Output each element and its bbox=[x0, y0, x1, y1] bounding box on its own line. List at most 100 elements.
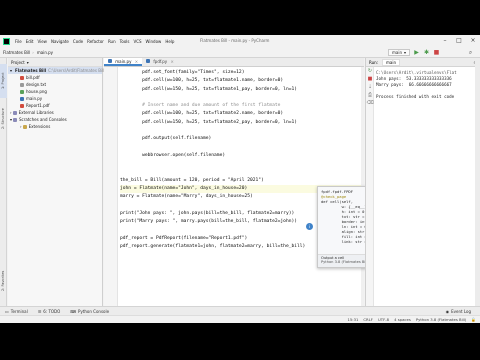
pycharm-window: File Edit View Navigate Code Refactor Ru… bbox=[0, 35, 480, 323]
todo-icon: ☰ bbox=[37, 308, 42, 314]
parameter-info-icon[interactable]: i bbox=[306, 223, 313, 230]
minimize-icon[interactable]: – bbox=[438, 35, 452, 47]
breadcrumb-file[interactable]: main.py bbox=[34, 50, 55, 55]
code-line[interactable] bbox=[120, 169, 364, 177]
video-frame: File Edit View Navigate Code Refactor Ru… bbox=[0, 0, 480, 360]
trash-icon[interactable]: ⌫ bbox=[366, 99, 374, 107]
breadcrumb-project[interactable]: Flatmates Bill bbox=[0, 50, 32, 55]
project-tool-tab[interactable]: 1: Project bbox=[0, 64, 7, 98]
debug-icon[interactable]: ✱ bbox=[423, 49, 430, 56]
run-icon[interactable]: ▶ bbox=[413, 49, 420, 56]
image-file-icon bbox=[20, 89, 24, 94]
run-configuration-label: main bbox=[391, 50, 402, 55]
terminal-tool-button[interactable]: ▭ Terminal bbox=[0, 309, 33, 314]
search-icon[interactable]: ⌕ bbox=[467, 49, 474, 56]
code-line[interactable]: pdf.set_font(family="Times", size=12) bbox=[120, 69, 364, 77]
run-output-line: Process finished with exit code bbox=[376, 94, 455, 99]
status-caret-position[interactable]: 15:31 bbox=[347, 317, 358, 322]
editor-tab-bar: main.py × fpdf.py × bbox=[104, 58, 364, 67]
tree-item-label: house.png bbox=[26, 89, 47, 94]
pdf-file-icon bbox=[20, 103, 24, 108]
event-log-button[interactable]: ◉ Event Log bbox=[441, 309, 476, 314]
tab-label: main.py bbox=[115, 59, 132, 64]
tree-item-report-pdf[interactable]: Report1.pdf bbox=[8, 102, 102, 109]
tree-item-root[interactable]: ▾ Flatmates Bill C:\Users\Ardit\Flatmate… bbox=[8, 67, 104, 74]
menu-help[interactable]: Help bbox=[163, 39, 176, 44]
python-file-icon bbox=[146, 59, 151, 63]
stop-icon[interactable]: ■ bbox=[366, 75, 374, 83]
scratches-icon bbox=[13, 117, 18, 122]
window-title: Flatmates Bill - main.py - PyCharm bbox=[200, 38, 270, 43]
print-icon[interactable]: ⎙ bbox=[366, 91, 374, 99]
run-configuration-select[interactable]: main ▾ bbox=[387, 49, 410, 56]
scroll-to-end-icon[interactable]: ⇣ bbox=[366, 83, 374, 91]
python-file-icon bbox=[20, 96, 24, 101]
tree-item-scratches[interactable]: ▾ Scratches and Consoles bbox=[8, 116, 102, 123]
todo-label: 6: TODO bbox=[43, 308, 61, 314]
library-icon bbox=[12, 110, 17, 115]
tree-item-label: Report1.pdf bbox=[26, 103, 50, 108]
code-line[interactable]: pdf.cell(w=100, h=25, txt=flatmate2.name… bbox=[120, 110, 364, 118]
status-encoding[interactable]: UTF-8 bbox=[378, 317, 389, 322]
code-editor[interactable]: main.py × fpdf.py × pdf.set_font(family=… bbox=[104, 58, 364, 306]
menu-edit[interactable]: Edit bbox=[24, 39, 36, 44]
status-indent[interactable]: 4 spaces bbox=[394, 317, 411, 322]
menu-vcs[interactable]: VCS bbox=[131, 39, 143, 44]
chevron-right-icon: › bbox=[10, 110, 12, 115]
tree-item-extensions[interactable]: › Extensions bbox=[8, 123, 102, 130]
code-line[interactable] bbox=[120, 127, 364, 135]
code-line[interactable]: pdf.cell(w=150, h=25, txt=flatmate1_pay,… bbox=[120, 86, 364, 94]
maximize-icon[interactable]: □ bbox=[452, 35, 466, 47]
tree-item-house-png[interactable]: house.png bbox=[8, 88, 102, 95]
code-line[interactable] bbox=[120, 94, 364, 102]
chevron-down-icon[interactable]: ▾ bbox=[27, 60, 29, 65]
code-line[interactable]: pdf.cell(w=100, h=25, txt=flatmate1.name… bbox=[120, 77, 364, 85]
terminal-icon: ▭ bbox=[5, 308, 9, 314]
close-icon[interactable]: × bbox=[466, 35, 480, 47]
code-line[interactable]: pdf.output(self.filename) bbox=[120, 135, 364, 143]
python-console-tool-button[interactable]: ⌨ Python Console bbox=[65, 309, 114, 314]
code-line[interactable]: pdf.cell(w=150, h=25, txt=flatmate2_pay,… bbox=[120, 119, 364, 127]
menu-code[interactable]: Code bbox=[71, 39, 85, 44]
chevron-down-icon: ▾ bbox=[403, 50, 406, 55]
menu-file[interactable]: File bbox=[13, 39, 24, 44]
python-file-icon bbox=[108, 59, 112, 63]
close-tab-icon[interactable]: × bbox=[170, 59, 173, 64]
tab-main-py[interactable]: main.py × bbox=[104, 58, 143, 66]
stop-icon[interactable]: ■ bbox=[433, 49, 440, 56]
run-panel-header: Run: main ⚙ bbox=[366, 58, 480, 67]
run-output[interactable]: C:\Users\Ardit\.virtualenvs\Flat John pay… bbox=[376, 70, 457, 100]
tree-item-design-txt[interactable]: design.txt bbox=[8, 81, 102, 88]
run-tab-main[interactable]: main bbox=[382, 58, 401, 66]
pdf-file-icon bbox=[20, 75, 24, 80]
code-line[interactable]: the_bill = Bill(amount = 120, period = "… bbox=[120, 177, 364, 185]
code-line[interactable]: webbrowser.open(self.filename) bbox=[120, 152, 364, 160]
favorites-tool-tab[interactable]: 2: Favorites bbox=[0, 263, 7, 299]
menu-window[interactable]: Window bbox=[144, 39, 164, 44]
menu-tools[interactable]: Tools bbox=[118, 39, 132, 44]
code-line[interactable] bbox=[120, 144, 364, 152]
tree-item-main-py[interactable]: main.py bbox=[8, 95, 102, 102]
code-line[interactable] bbox=[120, 160, 364, 168]
menu-navigate[interactable]: Navigate bbox=[49, 39, 71, 44]
rerun-icon[interactable]: ↻ bbox=[366, 67, 374, 75]
run-panel-label: Run: bbox=[369, 59, 379, 65]
status-line-separator[interactable]: CRLF bbox=[363, 317, 373, 322]
todo-tool-button[interactable]: ☰ 6: TODO bbox=[33, 309, 66, 314]
tree-item-bill-pdf[interactable]: bill.pdf bbox=[8, 74, 102, 81]
lock-icon[interactable]: 🔓 bbox=[471, 317, 476, 322]
tab-fpdf-py[interactable]: fpdf.py × bbox=[142, 58, 178, 66]
structure-tool-tab[interactable]: 2: Structure bbox=[0, 102, 7, 136]
code-line[interactable]: # Insert name and due amount of the firs… bbox=[120, 102, 364, 110]
run-toolbar: ↻ ■ ⇣ ⎙ ⌫ bbox=[366, 67, 374, 306]
project-panel-title[interactable]: Project bbox=[11, 60, 25, 65]
close-tab-icon[interactable]: × bbox=[135, 59, 138, 64]
tree-item-label: main.py bbox=[26, 96, 43, 101]
menu-view[interactable]: View bbox=[35, 39, 49, 44]
menu-refactor[interactable]: Refactor bbox=[85, 39, 106, 44]
menu-run[interactable]: Run bbox=[106, 39, 118, 44]
status-interpreter[interactable]: Python 3.8 (Flatmates Bill) bbox=[416, 317, 466, 322]
tree-item-external-libraries[interactable]: › External Libraries bbox=[8, 109, 102, 116]
event-log-icon: ◉ bbox=[445, 308, 450, 314]
editor-gutter bbox=[104, 67, 118, 306]
